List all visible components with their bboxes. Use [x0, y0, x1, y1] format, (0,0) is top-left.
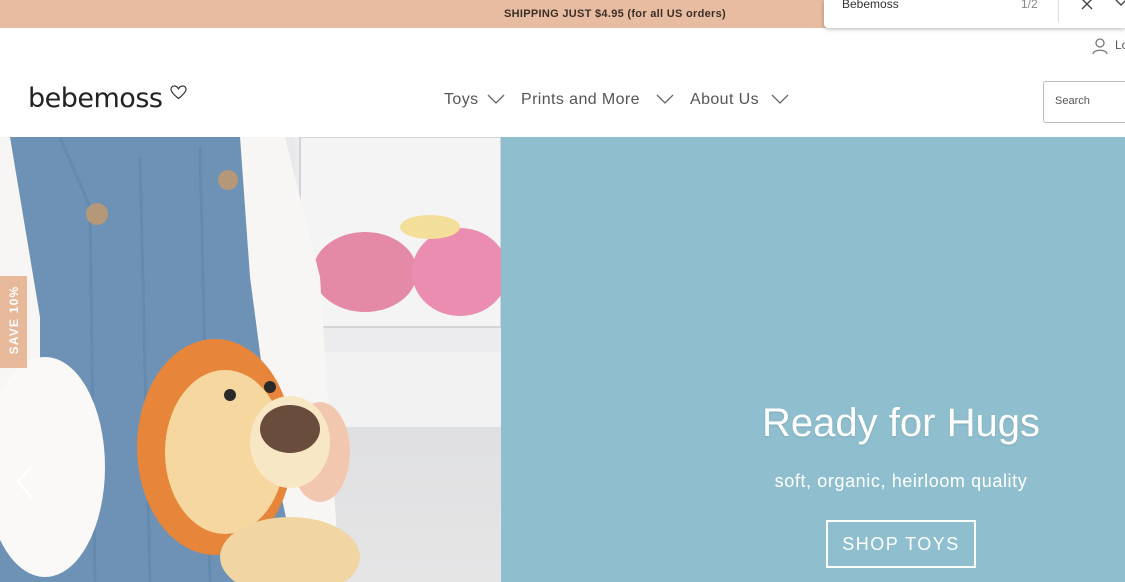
chevron-left-icon[interactable] [10, 462, 40, 502]
search-box [1043, 81, 1125, 123]
site-logo[interactable]: bebemoss [28, 83, 187, 119]
hero-image [0, 137, 501, 582]
chevron-down-icon [656, 94, 674, 104]
save-tab-label: SAVE 10% [7, 285, 21, 355]
heart-icon [170, 85, 187, 100]
close-icon[interactable] [1079, 0, 1095, 12]
hero-panel: Ready for Hugs soft, organic, heirloom q… [501, 137, 1125, 582]
nav-item-prints[interactable]: Prints and More [521, 91, 674, 109]
nav-item-label: Toys [444, 91, 479, 108]
chevron-down-icon [487, 94, 505, 104]
nav-item-label: Prints and More [521, 91, 640, 108]
nav-item-about[interactable]: About Us [690, 91, 789, 109]
find-bar: Bebemoss 1/2 [824, 0, 1125, 28]
find-query[interactable]: Bebemoss [842, 0, 899, 11]
chevron-down-icon[interactable] [1114, 0, 1125, 10]
find-divider [1058, 0, 1059, 22]
nav-item-toys[interactable]: Toys [444, 91, 505, 109]
chevron-down-icon [771, 94, 789, 104]
login-label: Lo [1115, 38, 1125, 52]
save-discount-tab[interactable]: SAVE 10% [0, 276, 27, 368]
user-icon [1092, 38, 1108, 55]
logo-text: bebemoss [28, 83, 163, 114]
nav-item-label: About Us [690, 91, 760, 108]
hero-title: Ready for Hugs [762, 401, 1040, 445]
find-count: 1/2 [1021, 0, 1038, 11]
lion-toy-photo [0, 137, 501, 582]
search-input[interactable] [1053, 94, 1125, 108]
hero-subtitle: soft, organic, heirloom quality [774, 471, 1028, 491]
shop-toys-button[interactable]: SHOP TOYS [826, 520, 976, 568]
